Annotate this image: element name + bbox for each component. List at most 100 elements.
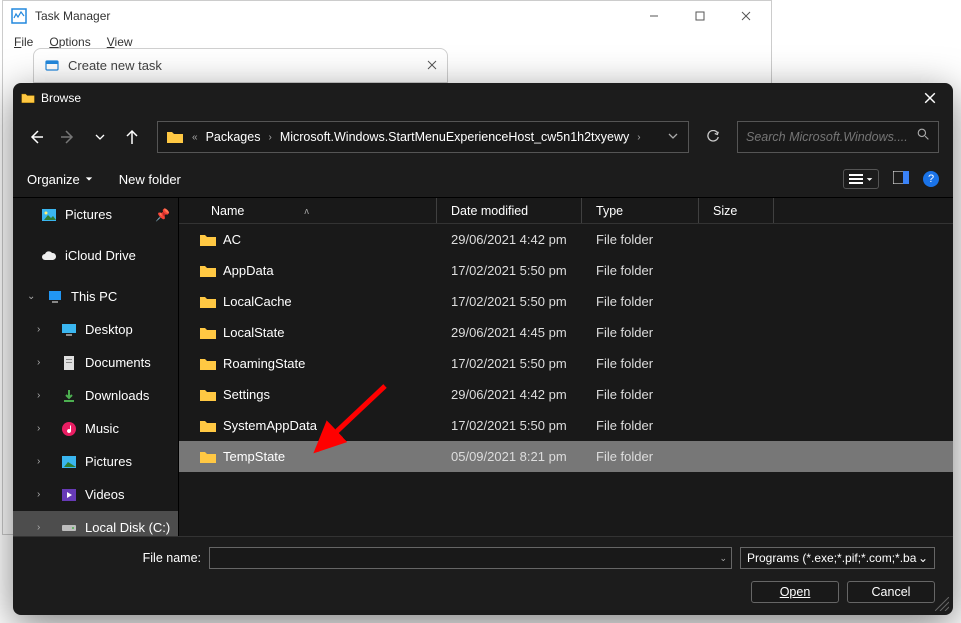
file-date: 17/02/2021 5:50 pm [437, 356, 582, 371]
file-type: File folder [582, 232, 699, 247]
documents-icon [61, 355, 77, 371]
menu-file[interactable]: File [8, 33, 39, 51]
file-list-pane: Nameʌ Date modified Type Size AC 29/06/2… [178, 198, 953, 536]
file-row[interactable]: LocalCache 17/02/2021 5:50 pm File folde… [179, 286, 953, 317]
breadcrumb-packages[interactable]: Packages [206, 130, 261, 144]
nav-local-disk[interactable]: ›Local Disk (C:) [13, 511, 178, 536]
back-button[interactable] [27, 128, 45, 146]
run-icon [44, 58, 60, 74]
tab-label: Create new task [68, 58, 427, 73]
nav-documents[interactable]: ›Documents [13, 346, 178, 379]
folder-icon [199, 450, 217, 464]
chevron-right-icon: › [37, 357, 49, 368]
file-date: 17/02/2021 5:50 pm [437, 418, 582, 433]
tab-close-icon[interactable] [427, 57, 437, 75]
file-row[interactable]: SystemAppData 17/02/2021 5:50 pm File fo… [179, 410, 953, 441]
preview-pane-button[interactable] [893, 171, 909, 187]
folder-icon [166, 130, 184, 144]
dialog-close-button[interactable] [907, 83, 953, 113]
file-date: 29/06/2021 4:45 pm [437, 325, 582, 340]
nav-downloads[interactable]: ›Downloads [13, 379, 178, 412]
file-row[interactable]: RoamingState 17/02/2021 5:50 pm File fol… [179, 348, 953, 379]
sort-asc-icon: ʌ [304, 206, 309, 216]
chevron-right-icon: › [37, 522, 49, 533]
new-folder-button[interactable]: New folder [119, 172, 181, 187]
dialog-bottom: File name: ⌄ Programs (*.exe;*.pif;*.com… [13, 536, 953, 615]
search-input[interactable] [746, 130, 917, 144]
header-name[interactable]: Nameʌ [179, 198, 437, 223]
nav-desktop[interactable]: ›Desktop [13, 313, 178, 346]
chevron-down-icon: ⌄ [27, 291, 39, 302]
task-manager-titlebar[interactable]: Task Manager [3, 1, 771, 31]
chevron-right-icon: › [37, 324, 49, 335]
file-name: LocalState [223, 325, 284, 340]
file-date: 29/06/2021 4:42 pm [437, 387, 582, 402]
chevron-right-icon: › [637, 132, 640, 143]
file-row[interactable]: AppData 17/02/2021 5:50 pm File folder [179, 255, 953, 286]
file-name: TempState [223, 449, 285, 464]
create-new-task-tab[interactable]: Create new task [33, 48, 448, 83]
desktop-icon [61, 322, 77, 338]
preview-pane-icon [893, 171, 909, 184]
file-row[interactable]: LocalState 29/06/2021 4:45 pm File folde… [179, 317, 953, 348]
file-rows[interactable]: AC 29/06/2021 4:42 pm File folder AppDat… [179, 224, 953, 536]
nav-this-pc[interactable]: ⌄ This PC [13, 280, 178, 313]
view-mode-button[interactable] [843, 169, 879, 189]
chevron-down-icon[interactable]: ⌄ [719, 553, 727, 564]
folder-icon [199, 357, 217, 371]
browse-title: Browse [41, 91, 907, 105]
nav-videos[interactable]: ›Videos [13, 478, 178, 511]
address-bar[interactable]: « Packages › Microsoft.Windows.StartMenu… [157, 121, 689, 153]
cancel-button[interactable]: Cancel [847, 581, 935, 603]
file-row[interactable]: TempState 05/09/2021 8:21 pm File folder [179, 441, 953, 472]
file-row[interactable]: AC 29/06/2021 4:42 pm File folder [179, 224, 953, 255]
help-button[interactable]: ? [923, 171, 939, 187]
file-name: Settings [223, 387, 270, 402]
resize-grip[interactable] [935, 597, 949, 611]
maximize-button[interactable] [677, 1, 723, 31]
navigation-row: « Packages › Microsoft.Windows.StartMenu… [13, 113, 953, 161]
chevron-right-icon: › [37, 489, 49, 500]
file-type: File folder [582, 418, 699, 433]
up-button[interactable] [123, 128, 141, 146]
folder-icon [199, 264, 217, 278]
recent-dropdown[interactable] [91, 128, 109, 146]
drive-icon [61, 520, 77, 536]
browse-dialog: Browse « Packages › Microsoft.Windows.St… [13, 83, 953, 615]
file-type-filter[interactable]: Programs (*.exe;*.pif;*.com;*.ba⌄ [740, 547, 935, 569]
header-date[interactable]: Date modified [437, 198, 582, 223]
nav-icloud[interactable]: iCloud Drive [13, 239, 178, 272]
chevron-right-icon: › [37, 456, 49, 467]
header-size[interactable]: Size [699, 198, 774, 223]
nav-music[interactable]: ›Music [13, 412, 178, 445]
folder-icon [199, 233, 217, 247]
breadcrumb-folder[interactable]: Microsoft.Windows.StartMenuExperienceHos… [280, 130, 629, 144]
header-type[interactable]: Type [582, 198, 699, 223]
computer-icon [47, 289, 63, 305]
navigation-pane[interactable]: Pictures 📌 iCloud Drive ⌄ This PC ›Deskt… [13, 198, 178, 536]
cloud-icon [41, 248, 57, 264]
folder-icon [199, 295, 217, 309]
organize-menu[interactable]: Organize [27, 172, 93, 187]
browse-titlebar[interactable]: Browse [13, 83, 953, 113]
file-name-input[interactable]: ⌄ [209, 547, 732, 569]
forward-button[interactable] [59, 128, 77, 146]
chevron-right-icon: › [37, 390, 49, 401]
pin-icon: 📌 [155, 208, 170, 222]
search-box[interactable] [737, 121, 939, 153]
minimize-button[interactable] [631, 1, 677, 31]
refresh-button[interactable] [697, 121, 729, 153]
open-button[interactable]: Open [751, 581, 839, 603]
file-type: File folder [582, 294, 699, 309]
list-view-icon [849, 173, 863, 185]
close-button[interactable] [723, 1, 769, 31]
pictures-icon [61, 454, 77, 470]
chevron-down-icon [85, 175, 93, 183]
nav-pictures[interactable]: Pictures 📌 [13, 198, 178, 231]
nav-pictures-sub[interactable]: ›Pictures [13, 445, 178, 478]
file-date: 17/02/2021 5:50 pm [437, 294, 582, 309]
column-headers: Nameʌ Date modified Type Size [179, 198, 953, 224]
file-type: File folder [582, 325, 699, 340]
address-dropdown[interactable] [662, 130, 684, 144]
file-row[interactable]: Settings 29/06/2021 4:42 pm File folder [179, 379, 953, 410]
